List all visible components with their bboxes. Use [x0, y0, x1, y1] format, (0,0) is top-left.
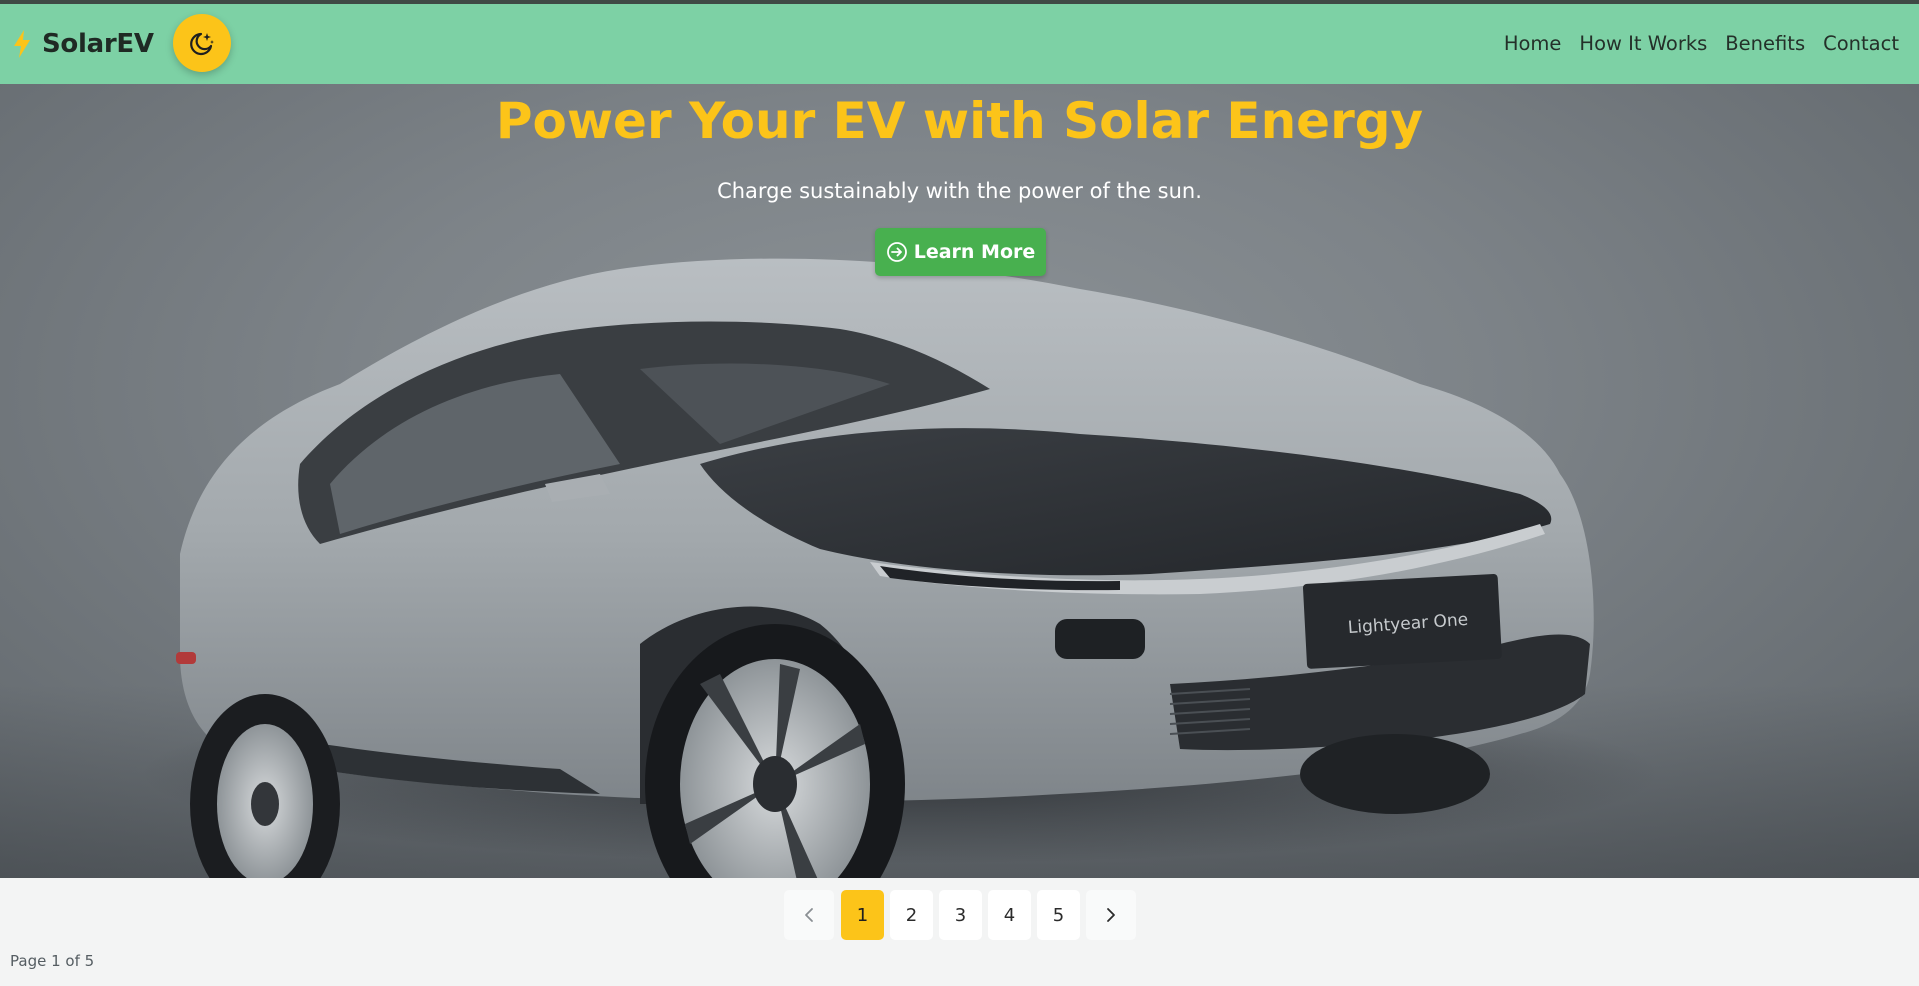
chevron-left-icon: [805, 908, 813, 922]
learn-more-label: Learn More: [913, 241, 1036, 263]
chevron-right-icon: [1107, 908, 1115, 922]
hero-title: Power Your EV with Solar Energy: [495, 92, 1424, 150]
navbar: SolarEV Home How It Works Benefits Conta…: [0, 4, 1919, 84]
moon-stars-icon: [190, 32, 214, 56]
nav-link-home[interactable]: Home: [1504, 32, 1562, 55]
page-button-5[interactable]: 5: [1037, 890, 1080, 940]
nav-link-how-it-works[interactable]: How It Works: [1579, 32, 1707, 55]
page-button-1[interactable]: 1: [841, 890, 884, 940]
hero-section: Lightyear One Power Your EV with Solar E…: [0, 84, 1919, 878]
arrow-right-circle-icon: [886, 242, 907, 262]
page-button-2[interactable]: 2: [890, 890, 933, 940]
hero-subtitle: Charge sustainably with the power of the…: [717, 179, 1202, 203]
theme-toggle-button[interactable]: [173, 14, 231, 72]
page-button-3[interactable]: 3: [939, 890, 982, 940]
prev-page-button[interactable]: [784, 890, 834, 940]
lightning-bolt-icon: [14, 30, 30, 58]
brand-logo[interactable]: SolarEV: [12, 26, 154, 62]
brand-name: SolarEV: [42, 29, 154, 59]
nav-link-benefits[interactable]: Benefits: [1725, 32, 1805, 55]
nav-link-contact[interactable]: Contact: [1823, 32, 1899, 55]
learn-more-button[interactable]: Learn More: [875, 228, 1046, 276]
next-page-button[interactable]: [1086, 890, 1136, 940]
nav-links: Home How It Works Benefits Contact: [1504, 32, 1899, 55]
page-button-4[interactable]: 4: [988, 890, 1031, 940]
page-status: Page 1 of 5: [10, 952, 95, 970]
hero-car-image: Lightyear One: [140, 258, 1660, 878]
